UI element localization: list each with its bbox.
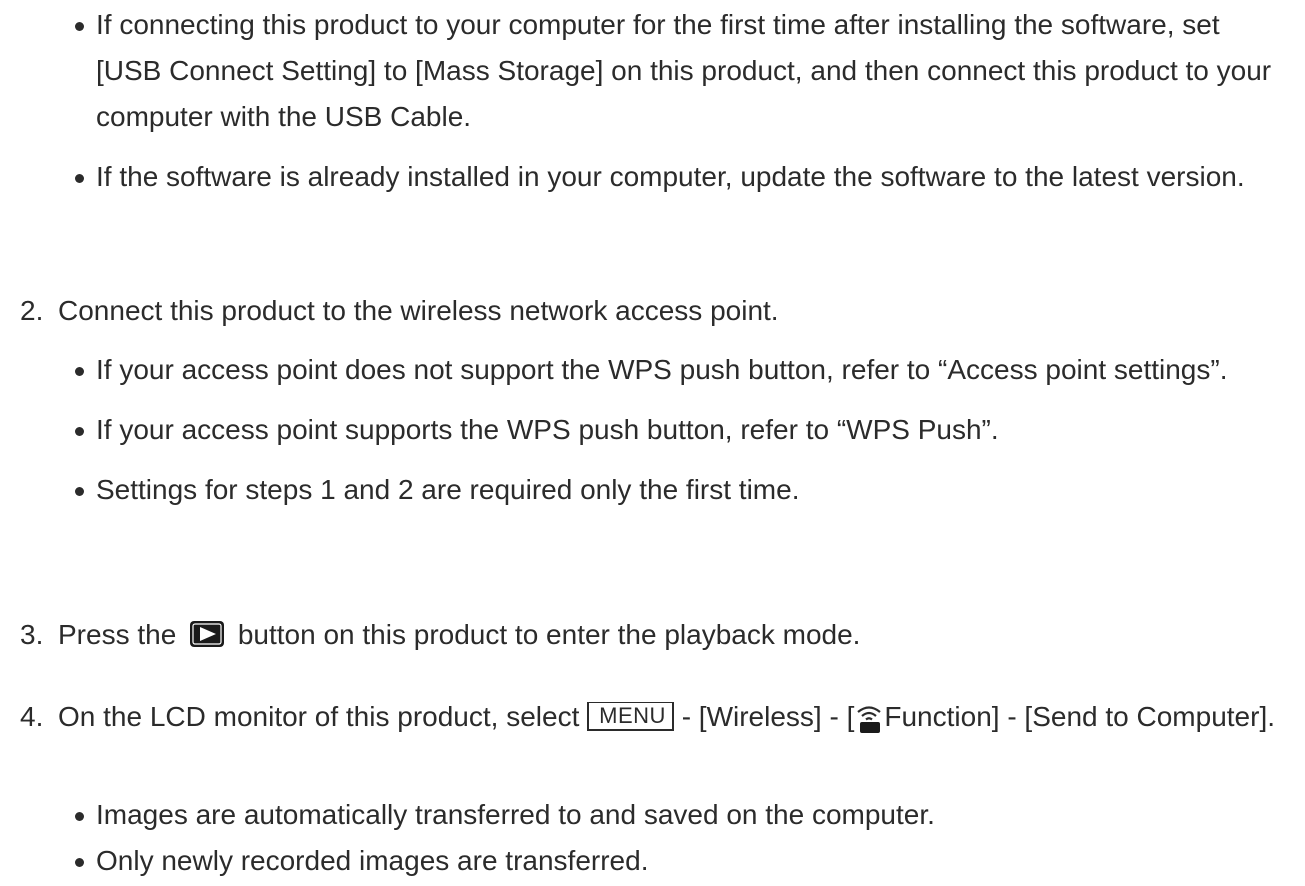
step-2-text: Connect this product to the wireless net… — [58, 295, 779, 326]
document-page: If connecting this product to your compu… — [0, 0, 1305, 886]
step-4-bullet-2: Only newly recorded images are transferr… — [0, 838, 1290, 884]
step-2: 2. Connect this product to the wireless … — [0, 288, 1305, 334]
step-2-bullet-1: If your access point does not support th… — [0, 347, 1290, 393]
step-4-text-before: On the LCD monitor of this product, sele… — [58, 701, 580, 732]
step-4: 4. On the LCD monitor of this product, s… — [0, 694, 1305, 740]
step-2-number: 2. — [20, 295, 44, 326]
playback-button-icon — [190, 620, 225, 647]
step-2-bullet-2: If your access point supports the WPS pu… — [0, 407, 1290, 453]
step-4-bullet-list: Images are automatically transferred to … — [0, 792, 1290, 884]
wireless-function-icon — [854, 701, 884, 733]
step-4-text-after: Function] - [Send to Computer]. — [884, 701, 1276, 732]
step-2-bullet-list: If your access point does not support th… — [0, 347, 1290, 513]
step-4-text-middle: - [Wireless] - [ — [681, 701, 855, 732]
step-3: 3. Press the button on this product to e… — [0, 612, 1305, 658]
step-3-text-before: Press the — [58, 619, 177, 650]
intro-bullet-1: If connecting this product to your compu… — [0, 2, 1290, 140]
intro-bullet-2: If the software is already installed in … — [0, 154, 1290, 200]
intro-bullet-list: If connecting this product to your compu… — [0, 2, 1290, 200]
step-2-bullet-3: Settings for steps 1 and 2 are required … — [0, 467, 1290, 513]
step-3-text-after: button on this product to enter the play… — [237, 619, 861, 650]
step-3-number: 3. — [20, 619, 44, 650]
step-4-bullet-1: Images are automatically transferred to … — [0, 792, 1290, 838]
step-4-number: 4. — [20, 701, 44, 732]
menu-button-label: MENU — [587, 702, 674, 732]
